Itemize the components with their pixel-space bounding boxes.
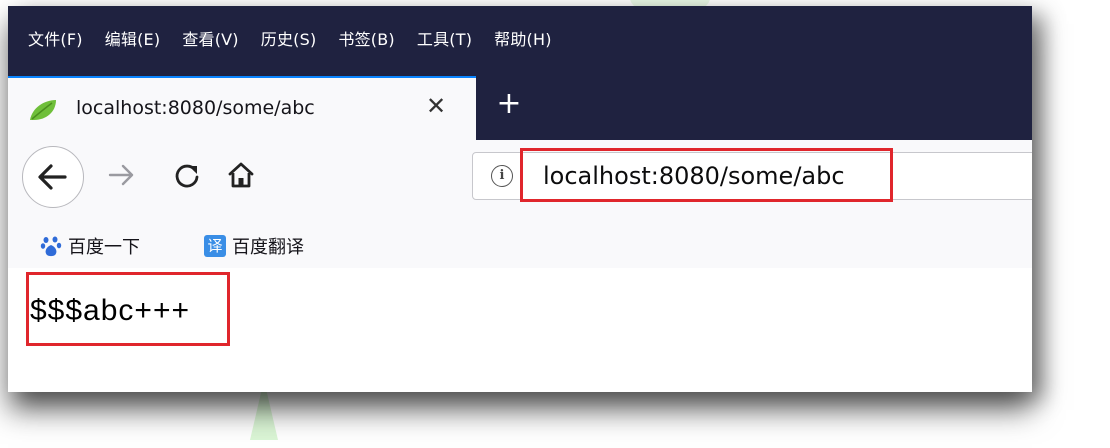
home-icon[interactable] <box>226 160 256 190</box>
menu-help[interactable]: 帮助(H) <box>494 26 552 50</box>
menu-bar: 文件(F) 编辑(E) 查看(V) 历史(S) 书签(B) 工具(T) 帮助(H… <box>8 6 1032 76</box>
bookmark-label: 百度翻译 <box>232 237 304 258</box>
back-arrow-icon <box>38 164 67 190</box>
content-highlight-box <box>26 272 230 346</box>
bookmark-label: 百度一下 <box>68 237 140 258</box>
bookmark-fanyi[interactable]: 译 百度翻译 <box>204 233 304 259</box>
tab-title: localhost:8080/some/abc <box>76 97 315 119</box>
translate-icon: 译 <box>204 235 226 257</box>
tab-active[interactable]: localhost:8080/some/abc ✕ <box>8 76 476 140</box>
new-tab-button[interactable]: + <box>494 86 524 122</box>
bookmark-baidu[interactable]: 百度一下 <box>40 233 140 259</box>
spring-leaf-icon <box>30 100 56 120</box>
forward-arrow-icon[interactable] <box>106 160 136 190</box>
reload-icon[interactable] <box>172 160 202 190</box>
bookmarks-bar: 百度一下 译 百度翻译 <box>8 222 1032 269</box>
menu-history[interactable]: 历史(S) <box>261 26 317 50</box>
menu-bookmarks[interactable]: 书签(B) <box>338 26 394 50</box>
baidu-paw-icon <box>40 236 62 257</box>
url-highlight-box <box>520 148 893 202</box>
menu-tools[interactable]: 工具(T) <box>417 26 472 50</box>
info-icon[interactable]: i <box>491 165 513 187</box>
close-tab-icon[interactable]: ✕ <box>422 92 450 120</box>
back-button[interactable] <box>22 146 84 208</box>
tab-bar: localhost:8080/some/abc ✕ + <box>8 76 1032 140</box>
menu-view[interactable]: 查看(V) <box>182 26 238 50</box>
menu-edit[interactable]: 编辑(E) <box>105 26 161 50</box>
menu-file[interactable]: 文件(F) <box>28 26 83 50</box>
